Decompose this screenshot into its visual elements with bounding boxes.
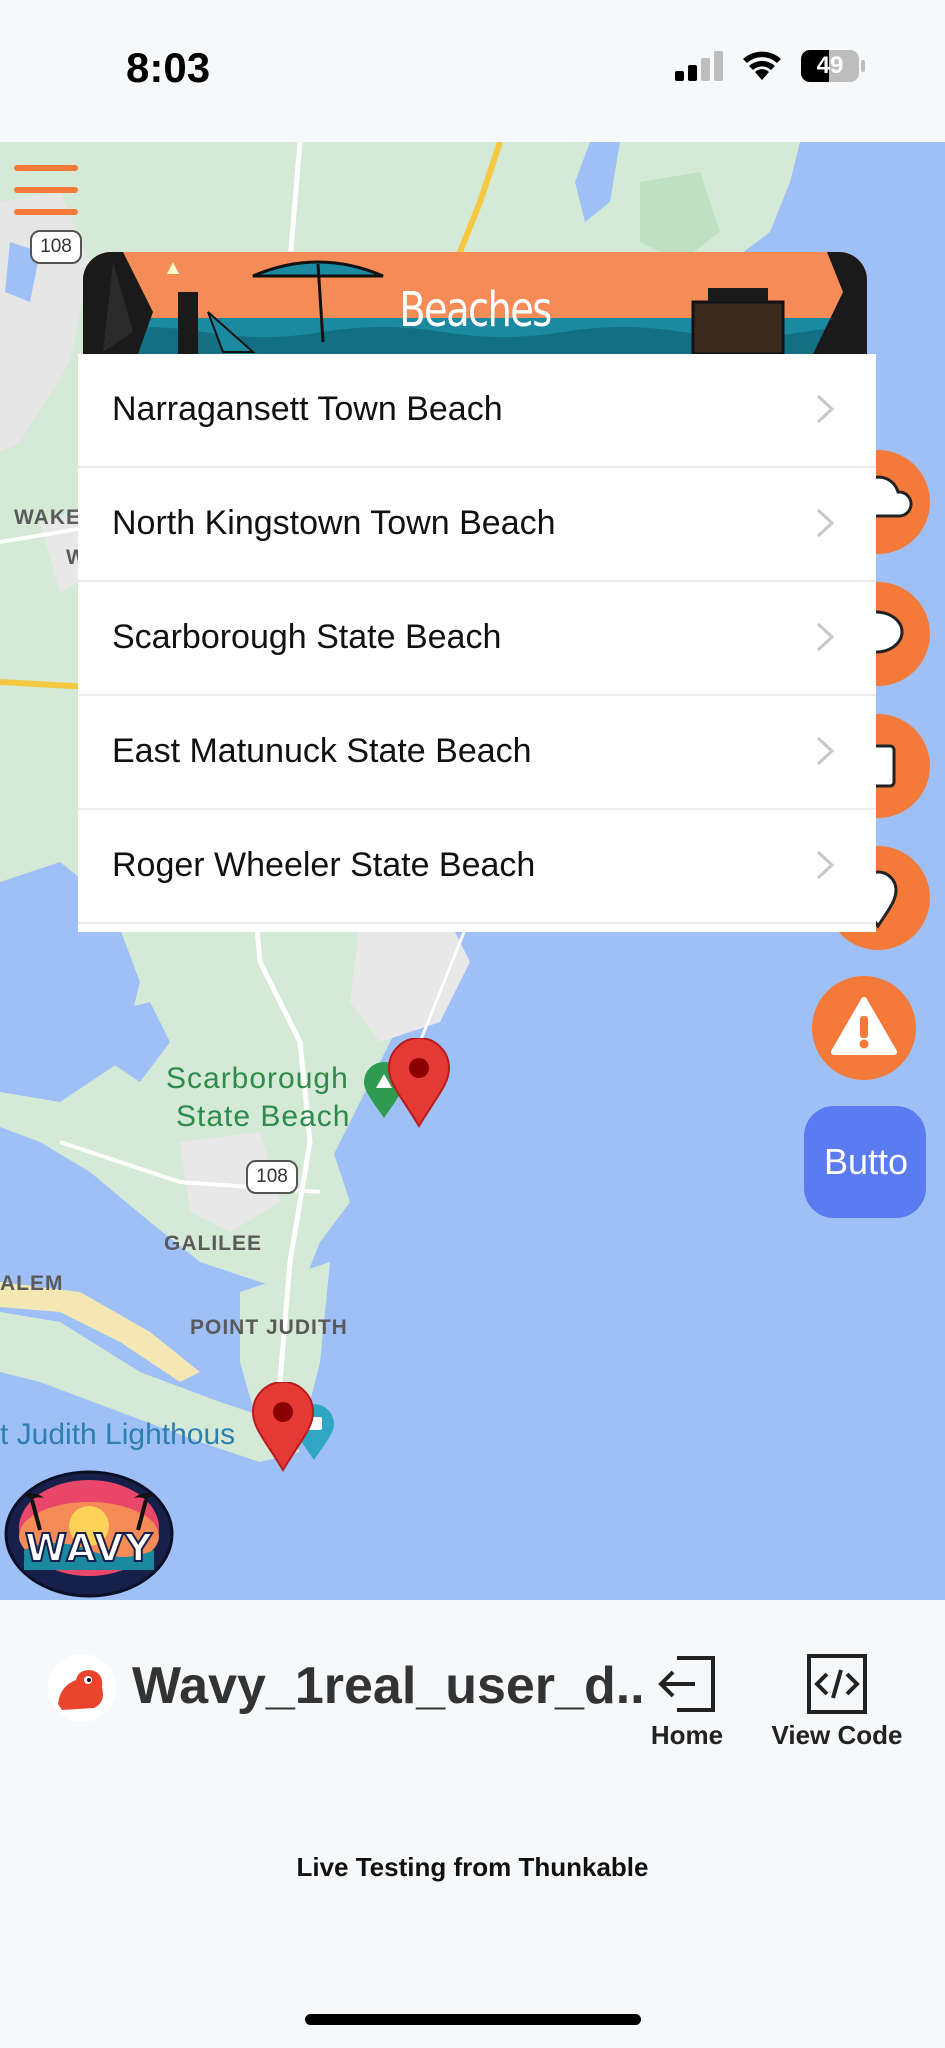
battery-icon: 49 (801, 50, 865, 82)
list-item[interactable]: Scarborough State Beach (78, 582, 876, 696)
chevron-right-icon (816, 508, 835, 538)
map-label-point-judith: POINT JUDITH (190, 1316, 348, 1339)
wifi-icon (743, 51, 781, 80)
battery-level: 49 (816, 52, 844, 79)
list-item-label: Scarborough State Beach (112, 618, 502, 656)
list-item[interactable]: Narragansett Town Beach (78, 354, 876, 468)
home-button[interactable]: Home (632, 1652, 742, 1751)
map-marker-icon[interactable] (251, 1382, 315, 1472)
home-indicator[interactable] (305, 2014, 641, 2025)
list-item-label: Narragansett Town Beach (112, 390, 503, 428)
beach-list: Narragansett Town Beach North Kingstown … (78, 354, 876, 932)
map-marker-icon[interactable] (387, 1038, 451, 1128)
mascot-icon (48, 1654, 116, 1722)
beaches-banner: Beaches (83, 252, 867, 354)
project-name: Wavy_1real_user_d... (132, 1657, 642, 1715)
project-avatar (48, 1654, 116, 1722)
view-code-label: View Code (771, 1720, 903, 1750)
wavy-logo: WAVY (4, 1470, 174, 1598)
api-button[interactable]: Butto (804, 1106, 926, 1218)
list-item[interactable]: North Kingstown Town Beach (78, 468, 876, 582)
chevron-right-icon (816, 394, 835, 424)
map-label-galilee: GALILEE (164, 1232, 263, 1255)
hamburger-menu-icon[interactable] (14, 165, 78, 215)
banner-title: Beaches (399, 282, 552, 338)
cellular-signal-icon (675, 51, 723, 81)
chevron-right-icon (816, 850, 835, 880)
view-code-button[interactable]: View Code (762, 1652, 912, 1751)
chevron-right-icon (816, 736, 835, 766)
chevron-right-icon (816, 622, 835, 652)
map-label-wake: WAKE (14, 506, 81, 529)
code-icon (807, 1654, 867, 1714)
list-item-label: North Kingstown Town Beach (112, 504, 556, 542)
home-label: Home (650, 1720, 724, 1750)
list-item[interactable]: Roger Wheeler State Beach (78, 810, 876, 924)
status-time: 8:03 (126, 44, 211, 91)
list-item-label: East Matunuck State Beach (112, 732, 532, 770)
live-testing-text: Live Testing from Thunkable (296, 1852, 649, 1882)
status-bar: 8:03 49 (0, 0, 945, 142)
map-label-lighthouse: t Judith Lighthous (0, 1418, 236, 1451)
list-item[interactable]: East Matunuck State Beach (78, 696, 876, 810)
alert-button[interactable] (812, 976, 916, 1080)
status-icons: 49 (675, 50, 865, 82)
warning-icon (831, 997, 897, 1055)
route-shield: 108 (246, 1160, 298, 1194)
list-item-label: Roger Wheeler State Beach (112, 846, 536, 884)
route-shield: 108 (30, 230, 82, 264)
map-label-scarborough: Scarborough State Beach (166, 1062, 351, 1133)
map-label-alem: ALEM (0, 1272, 64, 1295)
logo-text: WAVY (24, 1525, 153, 1571)
exit-icon (658, 1656, 715, 1712)
